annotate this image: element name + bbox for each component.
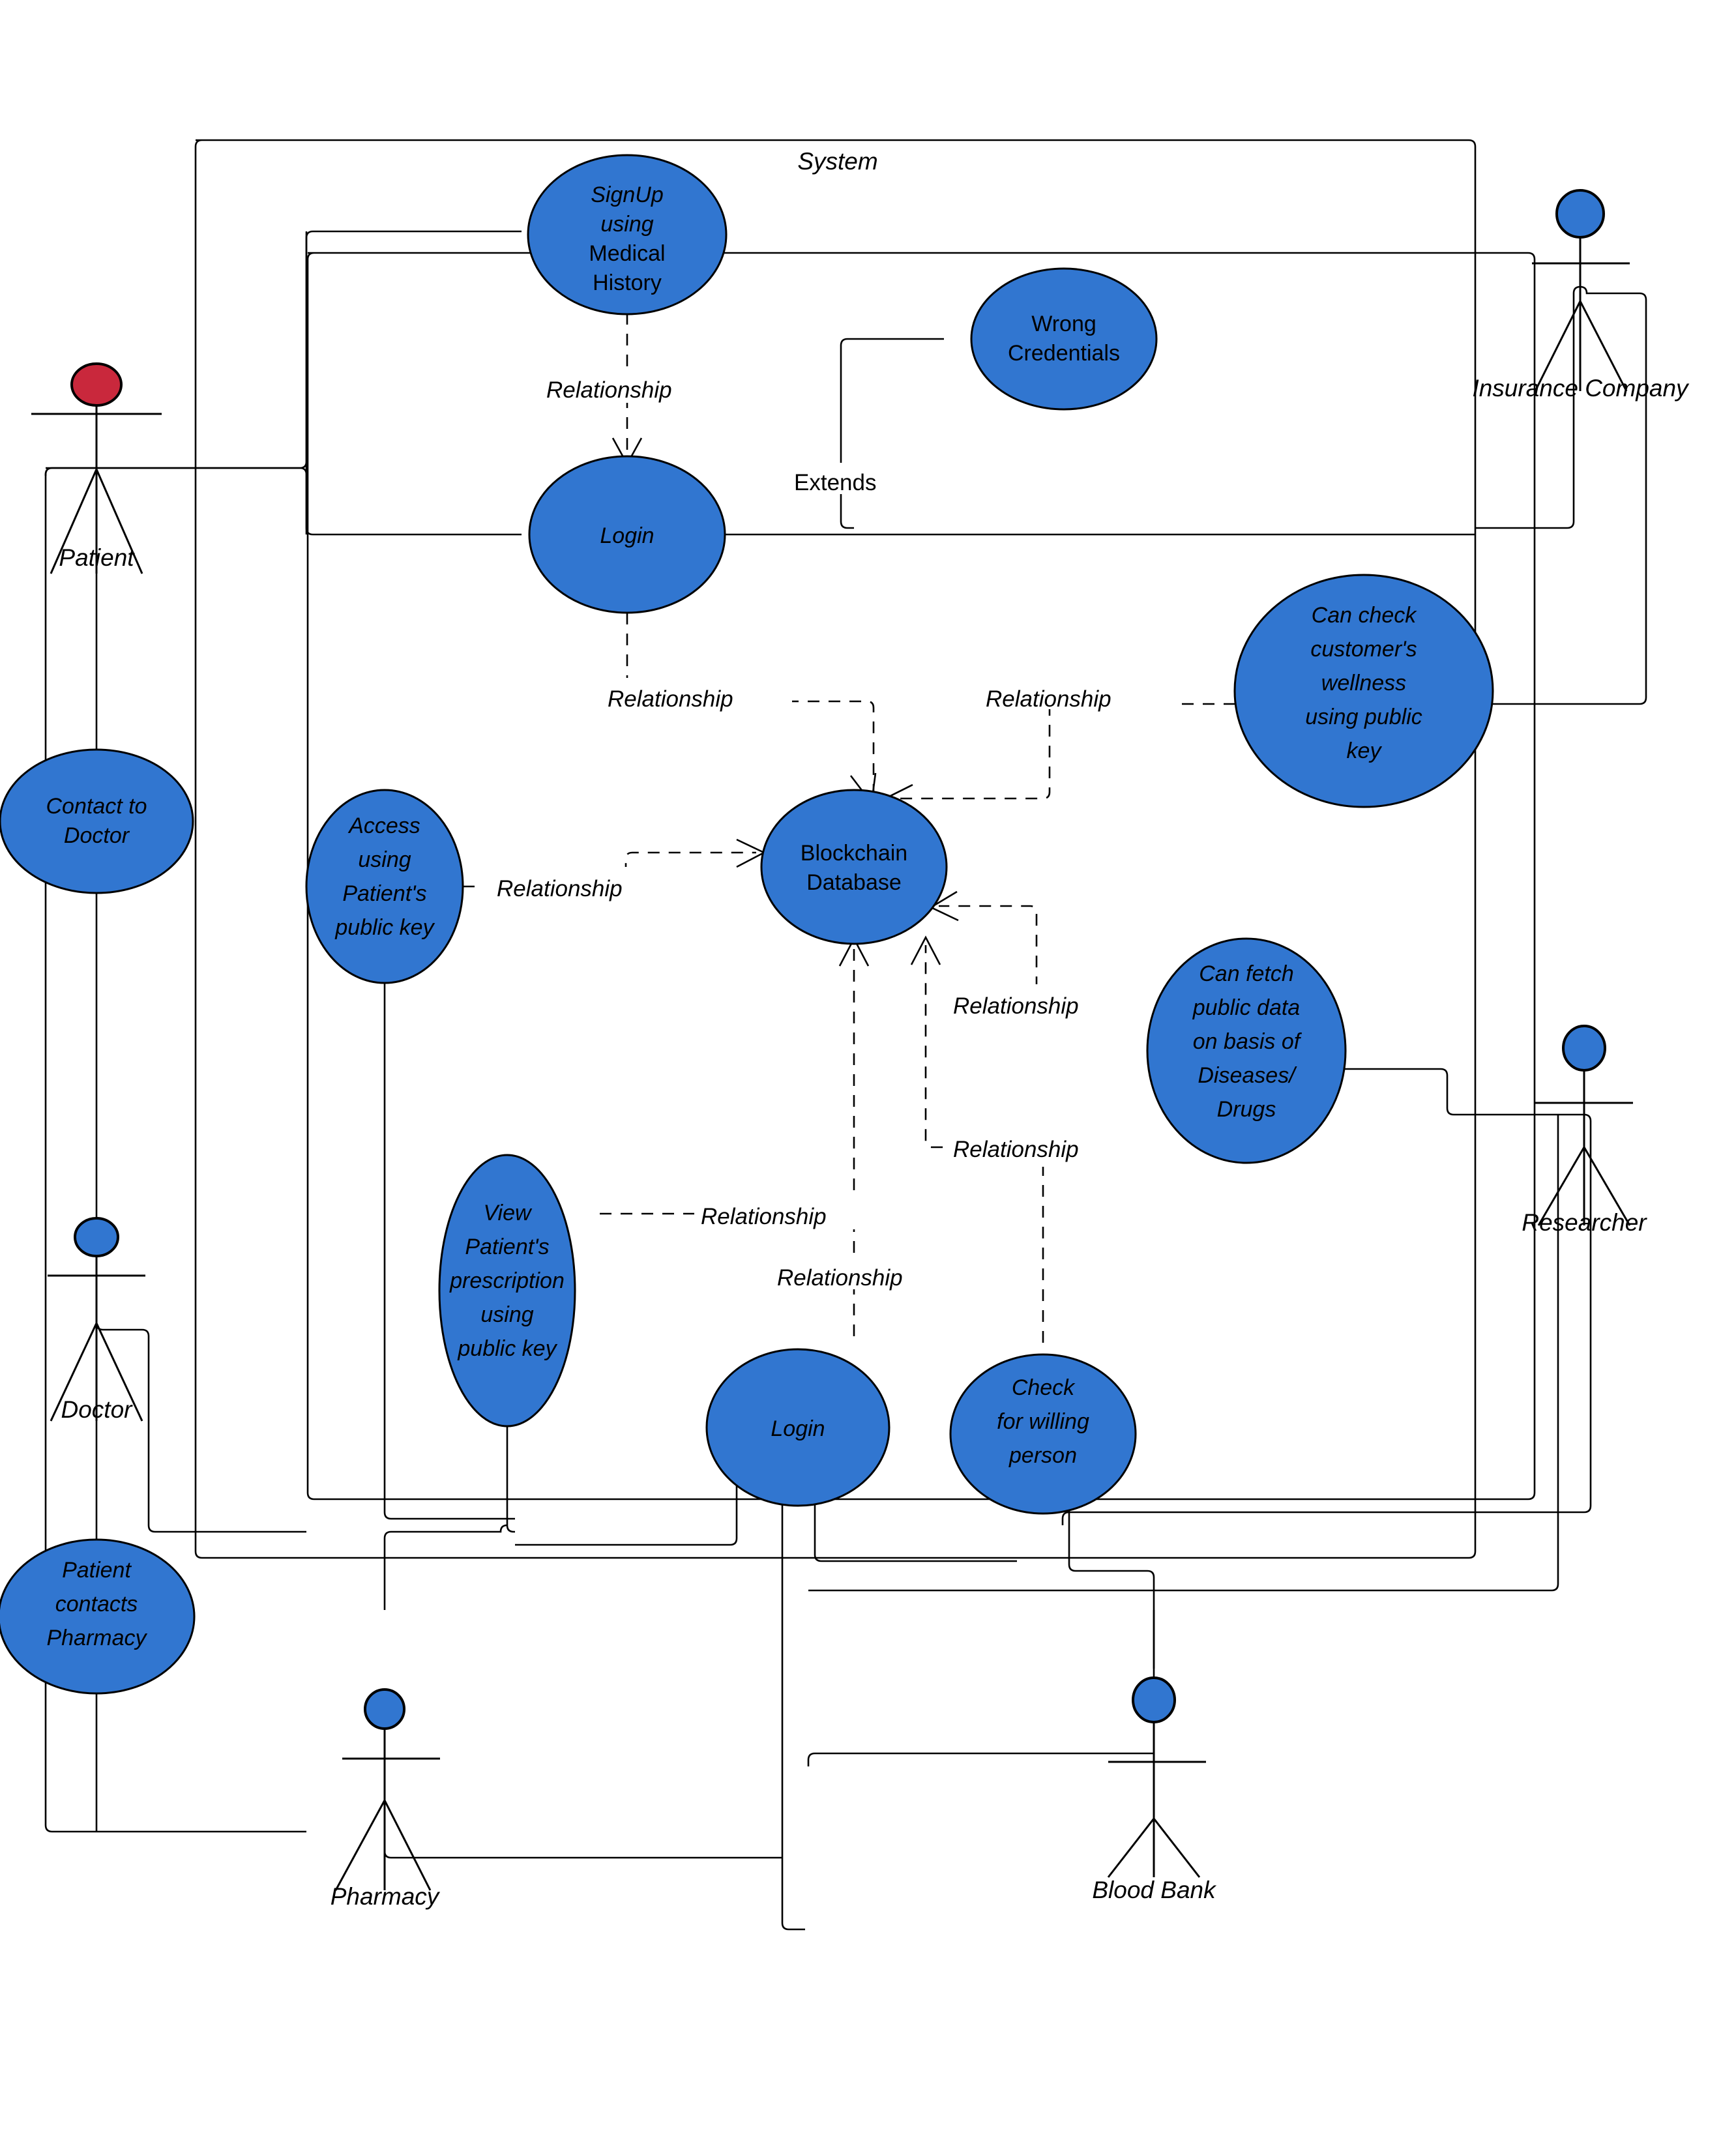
use-case-patient-contacts-pharmacy-line-0: Patient: [62, 1558, 132, 1583]
use-case-wrong-credentials-line-0: Wrong: [1031, 312, 1096, 336]
use-case-check-willing-line-2: person: [1008, 1443, 1077, 1468]
actor-researcher[interactable]: Researcher: [1522, 1025, 1647, 1236]
edge-label-rel-access-blockchain: Relationship: [497, 876, 623, 901]
use-case-blockchain-database-line-1: Database: [806, 870, 902, 895]
actor-doctor[interactable]: Doctor: [48, 1217, 145, 1423]
assoc-patient-login-top: [52, 467, 522, 536]
assoc-doctor-access-key: [95, 1323, 306, 1533]
assoc-insurance-login-top: [1475, 285, 1581, 529]
use-case-access-key-line-2: Patient's: [342, 881, 426, 906]
use-case-fetch-data-line-4: Drugs: [1217, 1097, 1276, 1122]
use-case-signup-line-2: Medical: [589, 241, 665, 266]
edge-label-rel-login-bottom-blockchain: Relationship: [777, 1265, 903, 1291]
use-case-wellness-line-3: using public: [1305, 705, 1422, 729]
use-case-wellness-line-2: wellness: [1321, 671, 1406, 695]
use-case-blockchain-database-line-0: Blockchain: [801, 841, 907, 866]
use-case-patient-contacts-pharmacy-line-1: contacts: [55, 1592, 138, 1617]
pharmacy-body-icon: [334, 1729, 440, 1891]
researcher-head-icon: [1562, 1025, 1606, 1072]
edge-label-rel-check-blockchain: Relationship: [953, 1137, 1079, 1162]
edge-label-rel-view-prescription: Relationship: [701, 1204, 827, 1229]
system-boundary-label: System: [797, 148, 877, 175]
assoc-researcher-login-bottom: [1061, 1113, 1592, 1525]
edge-label-rel-fetch-blockchain: Relationship: [953, 993, 1079, 1019]
actor-researcher-label: Researcher: [1522, 1209, 1647, 1236]
use-case-patient-contacts-pharmacy[interactable]: Patient contacts Pharmacy: [0, 1538, 196, 1695]
actor-insurance-company-label: Insurance Company: [1472, 375, 1690, 402]
use-case-wellness-line-4: key: [1347, 739, 1383, 763]
use-case-access-key-line-3: public key: [334, 915, 435, 940]
edge-label-rel-login-blockchain: Relationship: [608, 686, 733, 712]
use-case-view-prescription-line-2: prescription: [449, 1268, 565, 1293]
actor-pharmacy-label: Pharmacy: [331, 1883, 441, 1910]
actor-patient-label: Patient: [59, 544, 135, 571]
edge-label-rel-wellness-blockchain: Relationship: [986, 686, 1111, 712]
assoc-insurance-wellness: [1493, 285, 1647, 705]
researcher-body-icon: [1535, 1070, 1633, 1226]
use-case-wellness-line-1: customer's: [1310, 637, 1417, 662]
use-case-view-prescription-line-3: using: [480, 1302, 533, 1327]
use-case-signup-line-3: History: [593, 271, 662, 295]
actor-doctor-label: Doctor: [61, 1396, 134, 1423]
assoc-view-prescription-pharmacy: [383, 1524, 508, 1610]
actor-pharmacy[interactable]: Pharmacy: [331, 1688, 441, 1910]
use-case-check-willing-line-0: Check: [1012, 1375, 1076, 1400]
blood-bank-body-icon: [1107, 1722, 1206, 1878]
use-case-view-patients-prescription[interactable]: View Patient's prescription using public…: [438, 1154, 576, 1427]
rail-researcher-lower: [808, 1115, 1559, 1592]
use-case-check-for-willing-person[interactable]: Check for willing person: [949, 1353, 1137, 1515]
use-case-can-fetch-public-data[interactable]: Can fetch public data on basis of Diseas…: [1146, 937, 1347, 1164]
use-case-fetch-data-line-3: Diseases/: [1198, 1063, 1297, 1088]
insurance-company-body-icon: [1532, 237, 1630, 392]
assoc-pharmacy-login-bottom: [383, 1695, 782, 1859]
stem-login-bottom-a: [781, 1441, 805, 1931]
use-case-view-prescription-line-0: View: [483, 1201, 533, 1225]
use-case-can-check-customers-wellness[interactable]: Can check customer's wellness using publ…: [1233, 574, 1494, 808]
edge-label-extends: Extends: [794, 470, 876, 495]
use-case-login-bottom[interactable]: Login: [705, 1348, 890, 1507]
use-case-fetch-data-line-1: public data: [1192, 995, 1300, 1020]
pharmacy-head-icon: [364, 1688, 405, 1730]
use-case-patient-contacts-pharmacy-line-2: Pharmacy: [46, 1626, 147, 1650]
use-case-signup-line-0: SignUp: [591, 183, 664, 207]
use-case-blockchain-database[interactable]: Blockchain Database: [760, 789, 948, 945]
use-case-wellness-line-0: Can check: [1312, 603, 1418, 628]
use-case-signup[interactable]: SignUp using Medical History: [527, 154, 728, 315]
use-case-contact-to-doctor-line-1: Doctor: [64, 823, 130, 848]
use-case-check-willing-line-1: for willing: [997, 1409, 1089, 1434]
actor-blood-bank[interactable]: Blood Bank: [1092, 1676, 1217, 1903]
assoc-wrong-credentials-login: [840, 338, 944, 529]
use-case-signup-line-1: using: [600, 212, 653, 237]
use-case-fetch-data-line-0: Can fetch: [1199, 961, 1294, 986]
doctor-head-icon: [74, 1217, 119, 1257]
use-case-login-top[interactable]: Login: [528, 455, 726, 614]
blood-bank-head-icon: [1132, 1676, 1176, 1723]
actor-blood-bank-label: Blood Bank: [1092, 1877, 1217, 1903]
use-case-access-key-line-0: Access: [347, 813, 420, 838]
edge-label-rel-signup-login: Relationship: [546, 377, 672, 403]
use-case-wrong-credentials[interactable]: Wrong Credentials: [970, 267, 1158, 411]
use-case-wrong-credentials-line-1: Credentials: [1008, 341, 1120, 366]
dep-wellness-blockchain: [890, 703, 1235, 800]
assoc-patient-signup: [44, 230, 522, 476]
use-case-view-prescription-line-4: public key: [457, 1336, 557, 1361]
insurance-company-head-icon: [1555, 189, 1605, 239]
use-case-login-top-label: Login: [600, 523, 654, 548]
use-case-fetch-data-line-2: on basis of: [1193, 1029, 1302, 1054]
actor-insurance-company[interactable]: Insurance Company: [1472, 189, 1690, 402]
use-case-login-bottom-label: Login: [771, 1416, 825, 1441]
use-case-access-using-patients-public-key[interactable]: Access using Patient's public key: [305, 789, 464, 984]
use-case-access-key-line-1: using: [358, 847, 411, 872]
use-case-contact-to-doctor-line-0: Contact to: [46, 794, 147, 819]
patient-head-icon: [70, 362, 123, 407]
use-case-contact-to-doctor[interactable]: Contact to Doctor: [0, 748, 194, 894]
assoc-blood-bank-login: [807, 1752, 1154, 1766]
use-case-view-prescription-line-1: Patient's: [465, 1235, 549, 1259]
assoc-fetch-data-researcher: [1343, 1068, 1584, 1116]
use-case-diagram-canvas: SignUp using Medical History Wrong Crede…: [0, 0, 1736, 2151]
